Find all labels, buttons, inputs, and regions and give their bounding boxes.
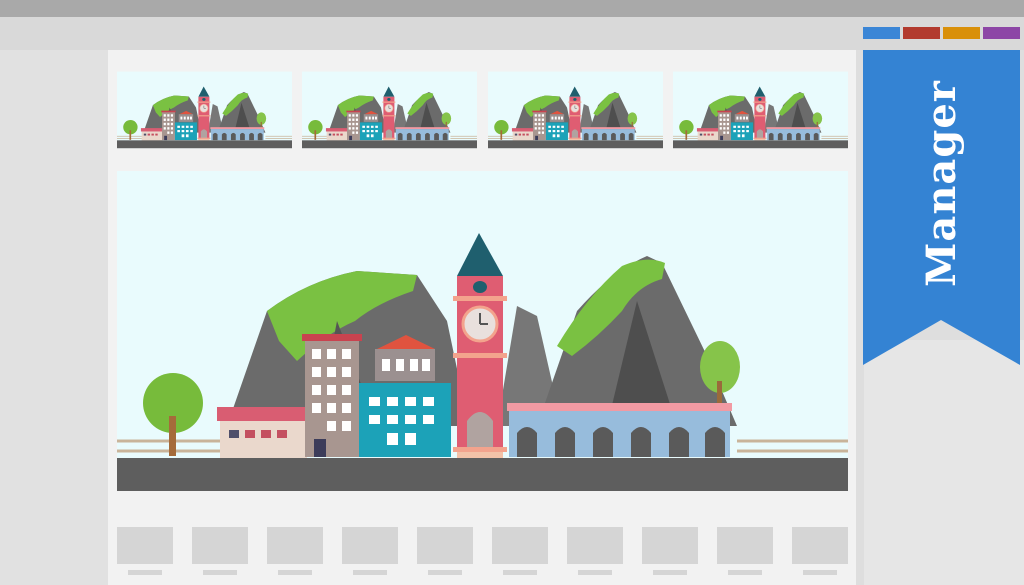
asset-slot[interactable] (567, 527, 623, 577)
color-swatches (863, 27, 1020, 41)
panel-title: Manager (918, 79, 965, 287)
asset-slot-caption (578, 570, 612, 575)
asset-slot-caption (128, 570, 162, 575)
asset-slot-thumb (267, 527, 323, 564)
asset-slot[interactable] (342, 527, 398, 577)
asset-slot-thumb (342, 527, 398, 564)
thumbnail-3[interactable] (488, 61, 663, 159)
thumbnail-1[interactable] (117, 61, 292, 159)
asset-slot-thumb (792, 527, 848, 564)
swatch-blue[interactable] (863, 27, 900, 39)
banner-label: Manager (863, 52, 1020, 314)
asset-slot-caption (353, 570, 387, 575)
asset-slot[interactable] (792, 527, 848, 577)
asset-slot-caption (278, 570, 312, 575)
asset-slot[interactable] (642, 527, 698, 577)
asset-slot-thumb (717, 527, 773, 564)
asset-slot[interactable] (267, 527, 323, 577)
asset-slot[interactable] (717, 527, 773, 577)
asset-slot-caption (653, 570, 687, 575)
asset-slot-caption (503, 570, 537, 575)
asset-slot[interactable] (117, 527, 173, 577)
asset-slot-thumb (117, 527, 173, 564)
swatch-red[interactable] (903, 27, 940, 39)
asset-slot[interactable] (492, 527, 548, 577)
scene-preview[interactable] (117, 171, 848, 491)
swatch-purple[interactable] (983, 27, 1020, 39)
swatch-orange[interactable] (943, 27, 980, 39)
thumbnail-4[interactable] (673, 61, 848, 159)
asset-slot-thumb (567, 527, 623, 564)
right-panel-content (864, 340, 1024, 585)
asset-slot-thumb (192, 527, 248, 564)
asset-slot-caption (428, 570, 462, 575)
left-panel (0, 50, 108, 585)
asset-slot-strip (117, 527, 852, 577)
asset-slot-thumb (492, 527, 548, 564)
thumbnail-2[interactable] (302, 61, 477, 159)
asset-slot-thumb (642, 527, 698, 564)
asset-slot-caption (203, 570, 237, 575)
asset-slot[interactable] (417, 527, 473, 577)
asset-slot-caption (728, 570, 762, 575)
asset-slot[interactable] (192, 527, 248, 577)
title-bar (0, 0, 1024, 17)
asset-slot-caption (803, 570, 837, 575)
asset-slot-thumb (417, 527, 473, 564)
